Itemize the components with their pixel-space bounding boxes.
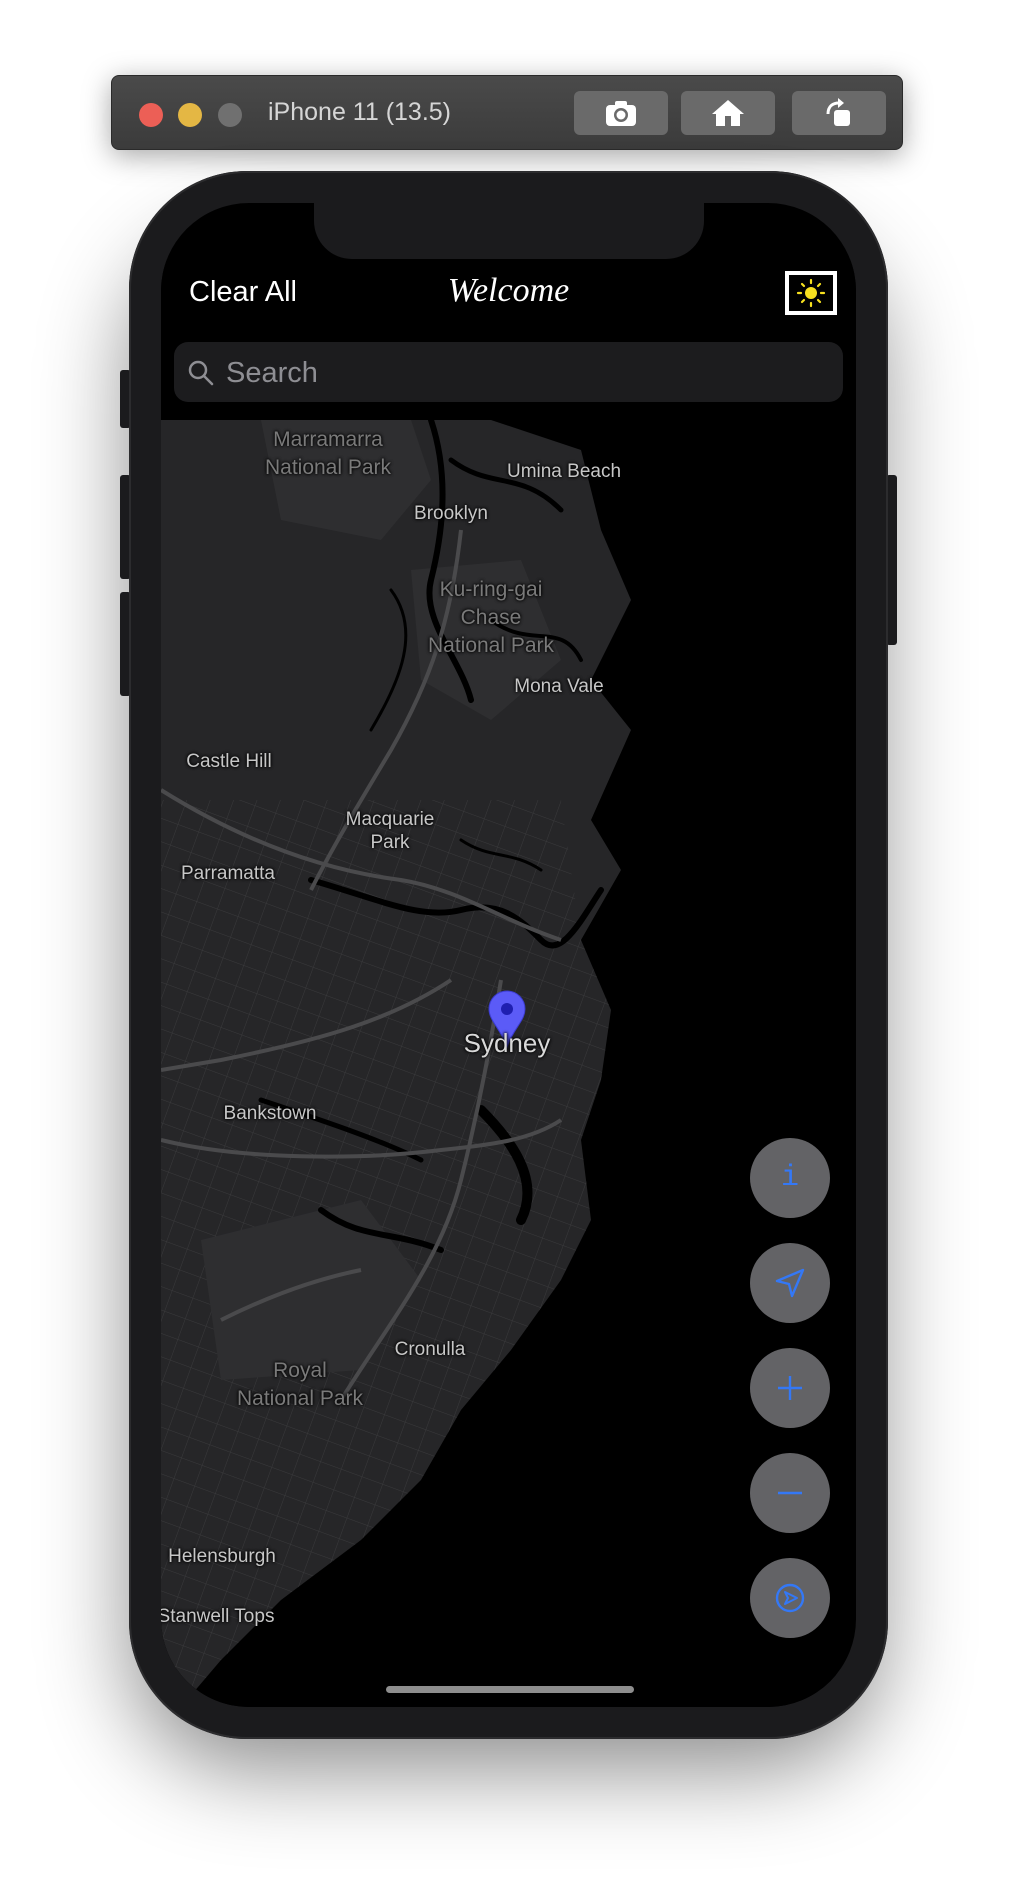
nav-title: Welcome [447,272,570,309]
map-label-macquarie-park: Macquarie Park [345,809,435,853]
phone-notch [314,203,704,259]
map-label-sydney: Sydney [463,1028,551,1058]
theme-toggle-button[interactable] [785,271,837,315]
home-indicator[interactable] [386,1686,634,1693]
zoom-in-icon [778,1376,802,1400]
map-settings-button[interactable] [750,1558,830,1638]
map-label-umina-beach: Umina Beach [506,461,622,482]
map-label-ku-ring-gai: Ku-ring-gai Chase National Park [427,578,555,657]
map-label-marramarra: Marramarra National Park [264,428,392,479]
minimize-window-button[interactable] [178,103,202,127]
rotate-icon [826,98,850,126]
close-window-button[interactable] [139,103,163,127]
phone-screen: Clear All Welcome Search Marramarra Nati… [161,203,856,1707]
rotate-button[interactable] [792,91,886,135]
screenshot-button[interactable] [574,91,668,135]
simulator-title-bar: iPhone 11 (13.5) [111,75,903,150]
map-label-royal-national-park: Royal National Park [236,1359,364,1410]
map-label-stanwell-tops: Stanwell Tops [161,1606,275,1627]
home-button[interactable] [681,91,775,135]
map-label-cronulla: Cronulla [394,1339,466,1360]
zoom-window-button[interactable] [218,103,242,127]
search-bar[interactable] [174,342,843,404]
map-label-castle-hill: Castle Hill [186,751,272,772]
map-view[interactable]: Marramarra National Park Umina Beach Bro… [161,420,836,1707]
current-location-button[interactable] [750,1243,830,1323]
compass-settings-icon [775,1583,805,1613]
zoom-in-button[interactable] [750,1348,830,1428]
search-icon [188,360,214,386]
sun-icon [796,278,826,308]
info-icon: i [780,1161,799,1195]
camera-icon [606,101,636,126]
location-arrow-icon [775,1268,805,1298]
map-label-helensburgh: Helensburgh [168,1546,276,1567]
map-label-mona-vale: Mona Vale [514,676,604,697]
zoom-out-button[interactable] [750,1453,830,1533]
zoom-out-icon [778,1491,802,1495]
info-button[interactable]: i [750,1138,830,1218]
map-label-bankstown: Bankstown [223,1103,317,1124]
search-input[interactable] [224,342,828,404]
map-label-brooklyn: Brooklyn [414,503,488,524]
simulator-title: iPhone 11 (13.5) [268,98,451,126]
home-icon [712,100,744,126]
map-label-parramatta: Parramatta [181,863,275,884]
